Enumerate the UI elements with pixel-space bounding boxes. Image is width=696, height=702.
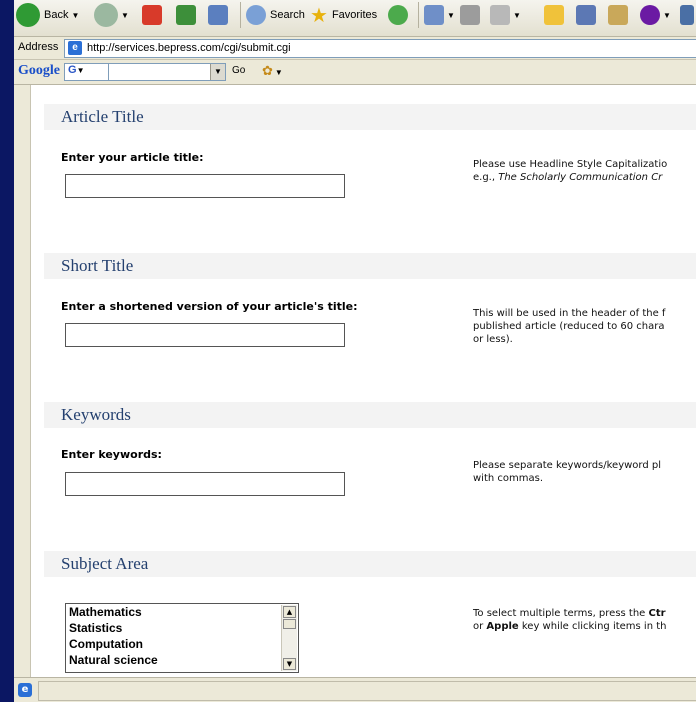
toolbar-separator xyxy=(240,2,241,28)
short-title-label: Enter a shortened version of your articl… xyxy=(61,300,358,313)
chevron-down-icon[interactable]: ▼ xyxy=(210,64,225,80)
google-options-button[interactable]: ✿ ▼ xyxy=(262,63,283,79)
edit-button[interactable]: ▼ xyxy=(490,0,521,30)
settings-icon: ✿ xyxy=(262,63,273,78)
yahoo-icon xyxy=(640,5,660,25)
toolbar-separator xyxy=(418,2,419,28)
page-icon: e xyxy=(68,41,82,55)
dropdown-arrow-icon: ▼ xyxy=(663,10,671,20)
dropdown-arrow-icon: ▼ xyxy=(513,10,521,20)
dropdown-arrow-icon: ▼ xyxy=(76,66,85,75)
mail-icon xyxy=(424,5,444,25)
yahoo-button[interactable]: ▼ xyxy=(640,0,671,30)
short-title-help: This will be used in the header of the f… xyxy=(473,308,666,345)
address-bar: Address e http://services.bepress.com/cg… xyxy=(14,37,696,60)
google-toolbar: Google G▼ ▼ Go ✿ ▼ xyxy=(14,60,696,85)
refresh-icon xyxy=(176,5,196,25)
section-title: Keywords xyxy=(61,405,131,424)
subject-area-listbox[interactable]: Mathematics Statistics Computation Natur… xyxy=(65,603,299,673)
folder-button[interactable] xyxy=(544,0,564,30)
back-label: Back xyxy=(44,9,69,21)
dropdown-arrow-icon: ▼ xyxy=(121,10,129,20)
media-icon xyxy=(388,5,408,25)
list-item[interactable]: Natural science xyxy=(66,652,298,668)
scroll-thumb[interactable] xyxy=(283,619,296,629)
google-g-icon: G xyxy=(68,64,77,76)
stop-icon xyxy=(142,5,162,25)
address-input[interactable]: e http://services.bepress.com/cgi/submit… xyxy=(64,39,696,58)
article-title-label: Enter your article title: xyxy=(61,151,204,164)
search-label: Search xyxy=(270,9,305,21)
article-title-input[interactable] xyxy=(65,174,345,198)
research-button[interactable] xyxy=(608,0,628,30)
search-button[interactable]: Search xyxy=(246,0,305,30)
list-item[interactable]: Mathematics xyxy=(66,604,298,620)
research-icon xyxy=(608,5,628,25)
forward-button[interactable]: ▼ xyxy=(94,0,129,30)
home-icon xyxy=(208,5,228,25)
section-title: Article Title xyxy=(61,107,144,126)
section-title: Short Title xyxy=(61,256,134,275)
google-go-button[interactable]: Go xyxy=(232,65,245,76)
keywords-input[interactable] xyxy=(65,472,345,496)
refresh-button[interactable] xyxy=(176,0,196,30)
forward-arrow-icon xyxy=(94,3,118,27)
messenger-button[interactable] xyxy=(576,0,596,30)
standard-toolbar: Back ▼ ▼ Search ★ Favorites ▼ ▼ ▼ xyxy=(14,0,696,37)
google-search-input[interactable]: ▼ xyxy=(108,63,226,81)
dropdown-arrow-icon: ▼ xyxy=(272,68,283,77)
section-title: Subject Area xyxy=(61,554,149,573)
keywords-label: Enter keywords: xyxy=(61,448,162,461)
toolbar-extra-icon xyxy=(680,5,694,25)
dropdown-arrow-icon: ▼ xyxy=(71,10,80,20)
star-icon: ★ xyxy=(310,4,328,27)
print-icon xyxy=(460,5,480,25)
messenger-icon xyxy=(576,5,596,25)
back-arrow-icon xyxy=(16,3,40,27)
media-button[interactable] xyxy=(388,0,408,30)
scroll-up-icon[interactable]: ▲ xyxy=(283,606,296,618)
address-label: Address xyxy=(18,41,59,53)
home-button[interactable] xyxy=(208,0,228,30)
mail-button[interactable]: ▼ xyxy=(424,0,455,30)
address-url: http://services.bepress.com/cgi/submit.c… xyxy=(87,42,291,54)
dropdown-arrow-icon: ▼ xyxy=(447,10,455,20)
stop-button[interactable] xyxy=(142,0,162,30)
extra-toolbar-button[interactable] xyxy=(680,0,694,30)
favorites-label: Favorites xyxy=(331,9,378,21)
page-content: Article Title Enter your article title: … xyxy=(14,85,696,677)
back-button[interactable]: Back ▼ xyxy=(16,0,79,30)
list-item[interactable]: Statistics xyxy=(66,620,298,636)
keywords-help: Please separate keywords/keyword pl with… xyxy=(473,460,662,484)
favorites-button[interactable]: ★ Favorites xyxy=(310,0,377,30)
edit-icon xyxy=(490,5,510,25)
article-title-help: Please use Headline Style Capitalizatio … xyxy=(473,159,668,183)
status-text-area xyxy=(38,681,696,701)
browser-window: Back ▼ ▼ Search ★ Favorites ▼ ▼ ▼ Addres… xyxy=(14,0,696,702)
listbox-scrollbar[interactable]: ▲ ▼ xyxy=(281,605,297,671)
left-frame-border xyxy=(14,85,31,677)
section-header-keywords: Keywords xyxy=(44,402,696,428)
print-button[interactable] xyxy=(460,0,480,30)
subject-area-help: To select multiple terms, press the Ctr … xyxy=(473,608,667,632)
section-header-subject-area: Subject Area xyxy=(44,551,696,577)
status-bar: e xyxy=(14,677,696,702)
section-header-article-title: Article Title xyxy=(44,104,696,130)
short-title-input[interactable] xyxy=(65,323,345,347)
folder-icon xyxy=(544,5,564,25)
section-header-short-title: Short Title xyxy=(44,253,696,279)
list-item[interactable]: Computation xyxy=(66,636,298,652)
search-icon xyxy=(246,5,266,25)
google-logo: Google xyxy=(18,63,60,78)
ie-status-icon: e xyxy=(18,683,32,697)
scroll-down-icon[interactable]: ▼ xyxy=(283,658,296,670)
google-menu-button[interactable]: G▼ xyxy=(64,63,110,81)
